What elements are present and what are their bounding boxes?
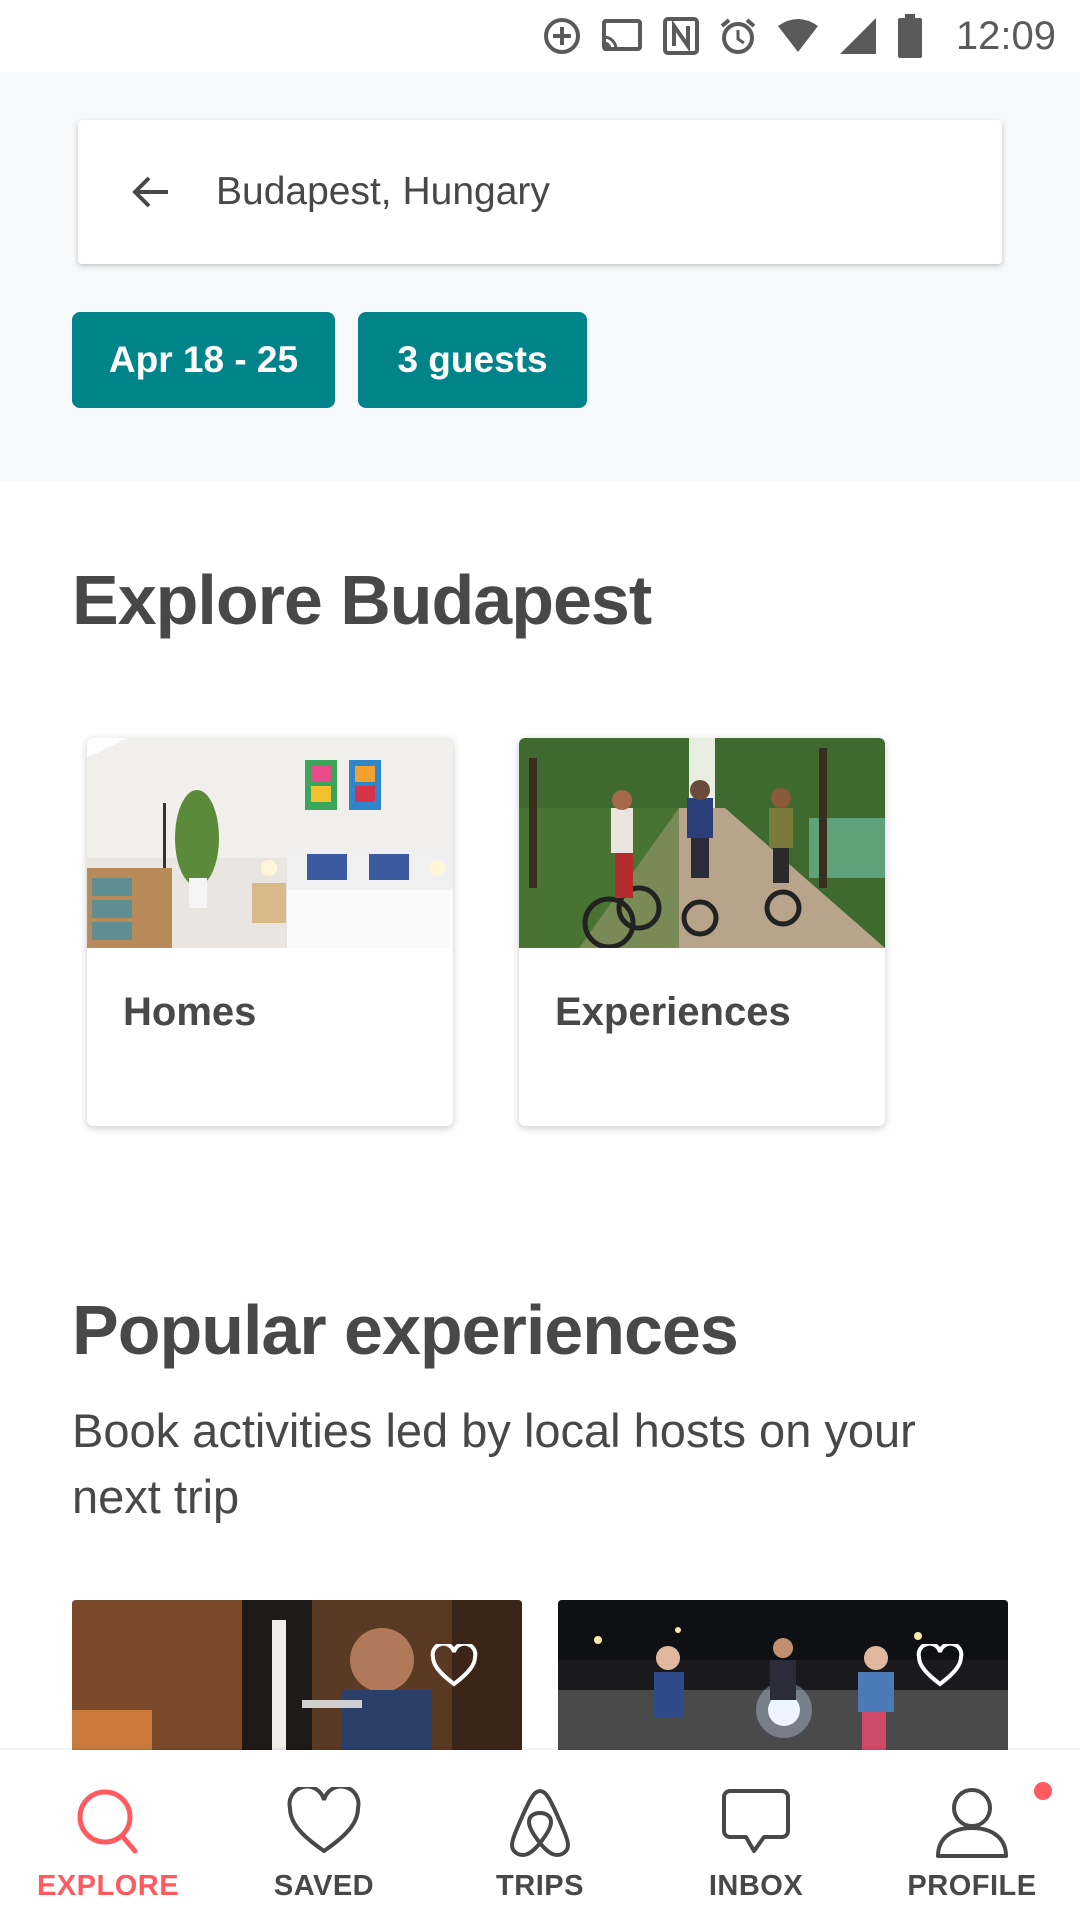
tab-explore-label: EXPLORE [36,1870,180,1902]
experiences-image [519,738,885,948]
tab-inbox[interactable]: INBOX [648,1750,864,1920]
dates-filter-button[interactable]: Apr 18 - 25 [72,312,335,408]
popular-section-subtitle: Book activities led by local hosts on yo… [72,1404,916,1523]
wifi-icon [776,18,820,54]
tab-saved-label: SAVED [273,1870,375,1902]
search-bar[interactable]: Budapest, Hungary [78,120,1002,264]
nfc-icon [662,16,700,56]
cast-icon [600,17,644,55]
explore-section-title: Explore Budapest [72,561,652,639]
homes-image [87,738,453,948]
tab-profile[interactable]: PROFILE [864,1750,1080,1920]
guests-filter-button[interactable]: 3 guests [358,312,587,408]
homes-category-card[interactable]: Homes [87,738,453,1126]
status-icons: 12:09 [542,10,1056,62]
search-header: Budapest, Hungary Apr 18 - 25 3 guests [0,72,1080,482]
tab-explore[interactable]: EXPLORE [0,1750,216,1920]
signal-icon [838,16,878,56]
chat-bubble-icon [720,1780,792,1864]
back-arrow-icon[interactable] [130,171,172,213]
tab-trips-label: TRIPS [496,1870,584,1902]
search-icon [73,1780,143,1864]
experiences-label: Experiences [555,990,791,1034]
tab-saved[interactable]: SAVED [216,1750,432,1920]
heart-icon [286,1780,362,1864]
status-bar: 12:09 [0,0,1080,72]
save-heart-icon[interactable] [430,1641,478,1688]
homes-label: Homes [123,990,257,1034]
experiences-category-card[interactable]: Experiences [519,738,885,1126]
search-location-text[interactable]: Budapest, Hungary [216,170,550,214]
notification-dot [1034,1782,1052,1800]
person-icon [934,1780,1010,1864]
tab-trips[interactable]: TRIPS [432,1750,648,1920]
data-saver-icon [542,16,582,56]
experience-card[interactable] [72,1600,522,1750]
tab-profile-label: PROFILE [907,1870,1037,1902]
airbnb-logo-icon [506,1780,574,1864]
battery-icon [896,14,924,58]
status-time: 12:09 [955,13,1056,58]
tab-inbox-label: INBOX [708,1870,804,1902]
alarm-icon [718,16,758,56]
bottom-tab-bar: EXPLORE SAVED TRIPS INBOX PROFILE [0,1750,1080,1920]
popular-section-title: Popular experiences [72,1291,739,1369]
experience-card[interactable] [558,1600,1008,1750]
save-heart-icon[interactable] [916,1641,964,1688]
